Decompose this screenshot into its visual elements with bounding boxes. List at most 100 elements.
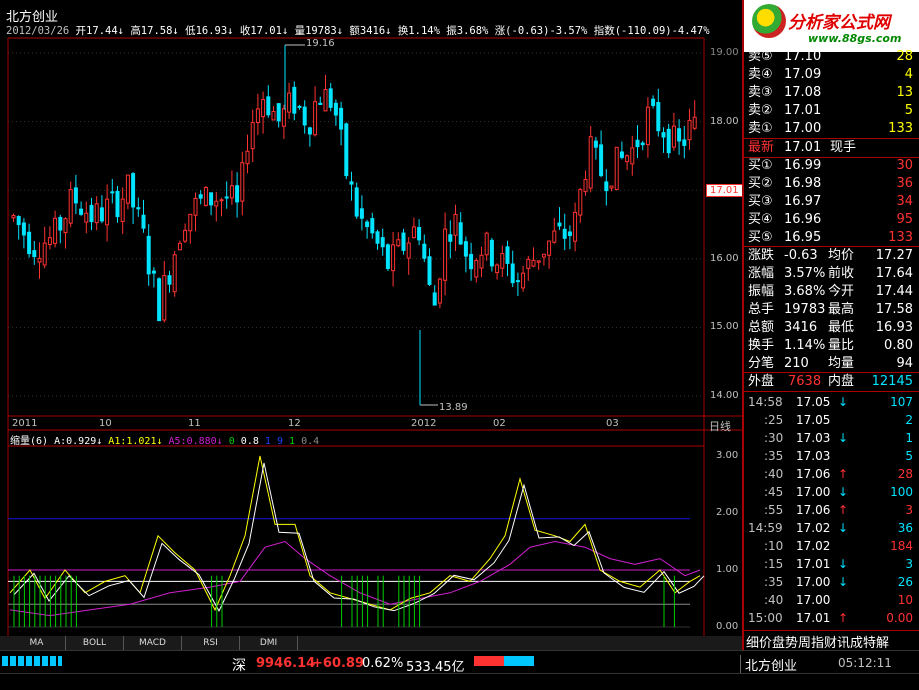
candle-body [495, 264, 500, 274]
status-stock-name[interactable]: 北方创业 [740, 655, 797, 674]
candle-body [240, 162, 245, 202]
candle-body [359, 208, 364, 219]
status-bar: 深 9946.14 +60.89 0.62% 533.45亿 北方创业 05:1… [0, 650, 919, 690]
time-label: 11 [188, 418, 201, 429]
tick-price: 17.06 [796, 503, 831, 517]
market-percent: 0.62% [362, 656, 404, 671]
tick-price: 17.05 [796, 413, 831, 427]
candle-body [375, 231, 380, 244]
tab-boll[interactable]: BOLL [66, 636, 124, 650]
tick-time: 14:59 [748, 521, 783, 535]
buy-level-row: 买⑤ 16.95 133 [748, 229, 913, 247]
candle-body [536, 260, 541, 263]
buy-volume: 36 [896, 176, 913, 191]
candle-body [640, 142, 645, 146]
tab-macd[interactable]: MACD [124, 636, 182, 650]
candle-body [651, 98, 656, 106]
status-indicator-left [2, 656, 62, 666]
tick-volume: 2 [905, 413, 913, 427]
stat-label-2: 今开 [828, 284, 855, 299]
candle-body [671, 125, 676, 148]
indicator-header: 缩量(6) A:0.929↓ A1:1.021↓ A5:0.880↓ 0 0.8… [10, 432, 319, 447]
logo-url: www.88gs.com [808, 32, 902, 45]
stat-row: 换手 1.14% 量比 0.80 [748, 337, 913, 355]
time-label: 2012 [411, 418, 437, 429]
period-label[interactable]: 日线 [709, 418, 731, 434]
candle-body [219, 199, 224, 202]
indicator-axis-label: 2.00 [716, 507, 739, 518]
logo[interactable]: 分析家公式网 www.88gs.com [744, 0, 919, 52]
latest-sub: 现手 [830, 140, 857, 155]
tab-rsi[interactable]: RSI [182, 636, 240, 650]
market-label: 深 [232, 658, 246, 674]
indicator-axis-label: 3.00 [716, 450, 739, 461]
candle-body [37, 257, 42, 263]
candle-body [552, 230, 557, 243]
candle-body [422, 243, 427, 259]
candle-body [401, 232, 406, 251]
sell-label: 卖① [748, 121, 773, 136]
candle-body [167, 275, 172, 285]
candle-body [541, 253, 546, 258]
panel-bottom-tabs[interactable]: 细价盘势周指财讯成特解 [746, 632, 889, 651]
candle-body [120, 198, 125, 222]
candle-body [469, 253, 474, 270]
tick-direction-icon: ↓ [838, 395, 849, 409]
candle-body [110, 191, 115, 194]
candle-body [146, 235, 151, 275]
tick-row: :55 17.06 ↑ 3 [748, 501, 913, 519]
indicator-a: A:0.929↓ [54, 436, 103, 447]
candle-body [411, 226, 416, 239]
buy-label: 买④ [748, 212, 773, 227]
candle-body [292, 86, 297, 114]
buy-level-row: 买④ 16.96 95 [748, 211, 913, 229]
candle-body [677, 128, 682, 142]
stat-label: 总额 [748, 320, 775, 335]
stat-label: 总手 [748, 302, 775, 317]
time-label: 02 [493, 418, 506, 429]
tab-ma[interactable]: MA [8, 636, 66, 650]
sell-volume: 5 [904, 103, 913, 118]
candle-body [339, 107, 344, 130]
chart-area[interactable]: 北方创业 2012/03/26 开17.44↓ 高17.58↓ 低16.93↓ … [0, 0, 743, 650]
market-change: +60.89 [312, 656, 365, 671]
a-line [13, 462, 705, 612]
stat-value-2: 17.58 [875, 302, 913, 317]
candle-body [344, 123, 349, 177]
buy-price: 16.99 [784, 158, 822, 173]
kline-chart[interactable] [0, 0, 742, 636]
sell-level-row: 卖④ 17.09 4 [748, 66, 913, 84]
tab-dmi[interactable]: DMI [240, 636, 298, 650]
candle-body [58, 216, 63, 231]
candle-body [224, 196, 229, 199]
tick-direction-icon: ↓ [838, 431, 849, 445]
candle-body [453, 214, 458, 236]
candle-body [125, 174, 130, 204]
stat-label-2: 均量 [828, 356, 855, 371]
tick-time: :55 [764, 503, 784, 517]
candle-body [635, 139, 640, 148]
candle-body [297, 105, 302, 108]
a1-line [9, 455, 701, 612]
tick-row: :35 17.00 ↓ 26 [748, 573, 913, 591]
tick-time: 15:00 [748, 611, 783, 625]
candle-body [214, 200, 219, 207]
indicator-title[interactable]: 缩量(6) [10, 436, 48, 447]
stat-value: 3.68% [784, 284, 826, 299]
stat-value: 3416 [784, 320, 818, 335]
stat-label-2: 量比 [828, 338, 855, 353]
candle-body [614, 146, 619, 191]
candle-body [505, 246, 510, 264]
stat-row: 总手 19783 最高 17.58 [748, 301, 913, 319]
tick-price: 17.05 [796, 395, 831, 409]
candle-body [526, 258, 531, 269]
indicator-c4: 1 [289, 436, 296, 447]
stat-row: 涨幅 3.57% 前收 17.64 [748, 265, 913, 283]
tick-price: 17.03 [796, 449, 831, 463]
buy-level-row: 买① 16.99 30 [748, 157, 913, 175]
candle-body [385, 244, 390, 270]
indicator-c3: 9 [276, 436, 283, 447]
candle-body [323, 89, 328, 112]
candle-body [489, 239, 494, 267]
tick-row: :45 17.00 ↓ 100 [748, 483, 913, 501]
